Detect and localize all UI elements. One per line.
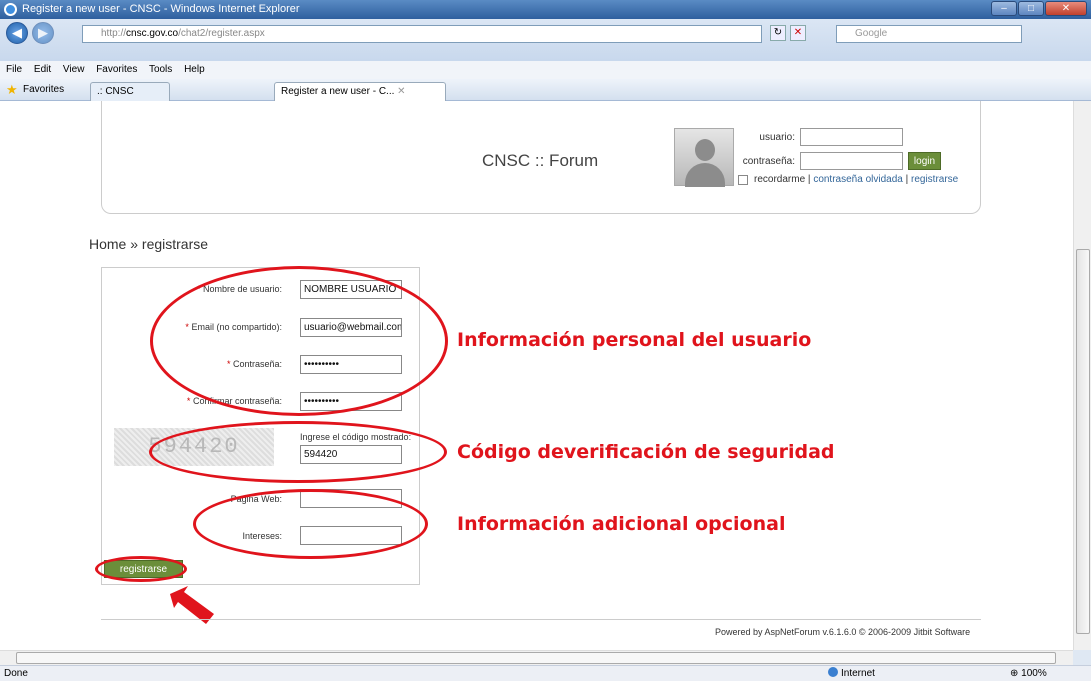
remember-checkbox[interactable] [738,175,748,185]
tab-register[interactable]: Register a new user - C... ✕ [274,82,446,101]
back-button[interactable]: ◀ [6,22,28,44]
forum-header: CNSC :: Forum usuario: contraseña: login… [101,101,981,214]
security-zone: Internet [828,666,875,682]
footer-divider [101,619,981,620]
favorites-bar: ★ Favorites .: CNSC Comision Nacion... R… [0,79,1091,133]
annotation-ellipse-security [149,421,447,483]
annotation-ellipse-optional [193,489,428,559]
annotation-personal: Información personal del usuario [457,329,812,351]
url-field[interactable]: http://cnsc.gov.co/chat2/register.aspx [82,25,762,43]
login-username-label: usuario: [759,132,795,143]
menu-favorites[interactable]: Favorites [96,64,137,75]
menu-tools[interactable]: Tools [149,64,172,75]
status-text: Done [4,668,28,679]
address-bar: ◀ ▶ http://cnsc.gov.co/chat2/register.as… [0,19,1091,61]
remember-label: recordarme [754,174,806,185]
login-password-label: contraseña: [742,156,795,167]
title-bar: Register a new user - CNSC - Windows Int… [0,0,1091,19]
status-bar: Done Internet ⊕ 100% [0,665,1091,681]
footer-text: Powered by AspNetForum v.6.1.6.0 © 2006-… [715,627,971,637]
search-input[interactable]: Google [836,25,1022,43]
menu-help[interactable]: Help [184,64,205,75]
menu-edit[interactable]: Edit [34,64,51,75]
annotation-ellipse-personal [150,266,448,416]
page-viewport: CNSC :: Forum usuario: contraseña: login… [0,101,1073,650]
forward-button[interactable]: ▶ [32,22,54,44]
register-link[interactable]: registrarse [911,174,958,185]
annotation-ellipse-button [95,556,187,582]
star-icon: ★ [6,82,18,97]
annotation-security: Código deverificación de seguridad [457,441,835,463]
close-button[interactable]: ✕ [1045,1,1087,16]
ie-icon [4,3,17,16]
arrow-icon [170,586,214,624]
zoom-control[interactable]: ⊕ 100% [1010,666,1047,682]
tab-close-icon[interactable]: ✕ [397,86,405,97]
forgot-password-link[interactable]: contraseña olvidada [813,174,903,185]
stop-icon[interactable]: ✕ [790,25,806,41]
menu-view[interactable]: View [63,64,85,75]
refresh-icon[interactable]: ↻ [770,25,786,41]
tab-cnsc[interactable]: .: CNSC Comision Nacion... [90,82,170,133]
site-title: CNSC :: Forum [482,151,599,170]
avatar [674,128,734,187]
browser-window: Register a new user - CNSC - Windows Int… [0,0,1091,681]
login-username-input[interactable] [800,128,903,146]
breadcrumb: Home » registrarse [89,236,209,252]
vertical-scrollbar[interactable] [1073,101,1091,650]
globe-icon [828,667,838,677]
favorites-button[interactable]: Favorites [23,79,64,101]
login-button[interactable]: login [908,152,941,170]
window-title: Register a new user - CNSC - Windows Int… [22,3,300,15]
login-password-input[interactable] [800,152,903,170]
menu-bar: File Edit View Favorites Tools Help [0,61,1091,79]
minimize-button[interactable]: – [991,1,1017,16]
maximize-button[interactable]: □ [1018,1,1044,16]
horizontal-scrollbar[interactable] [0,650,1073,665]
annotation-optional: Información adicional opcional [457,513,786,535]
menu-file[interactable]: File [6,64,22,75]
